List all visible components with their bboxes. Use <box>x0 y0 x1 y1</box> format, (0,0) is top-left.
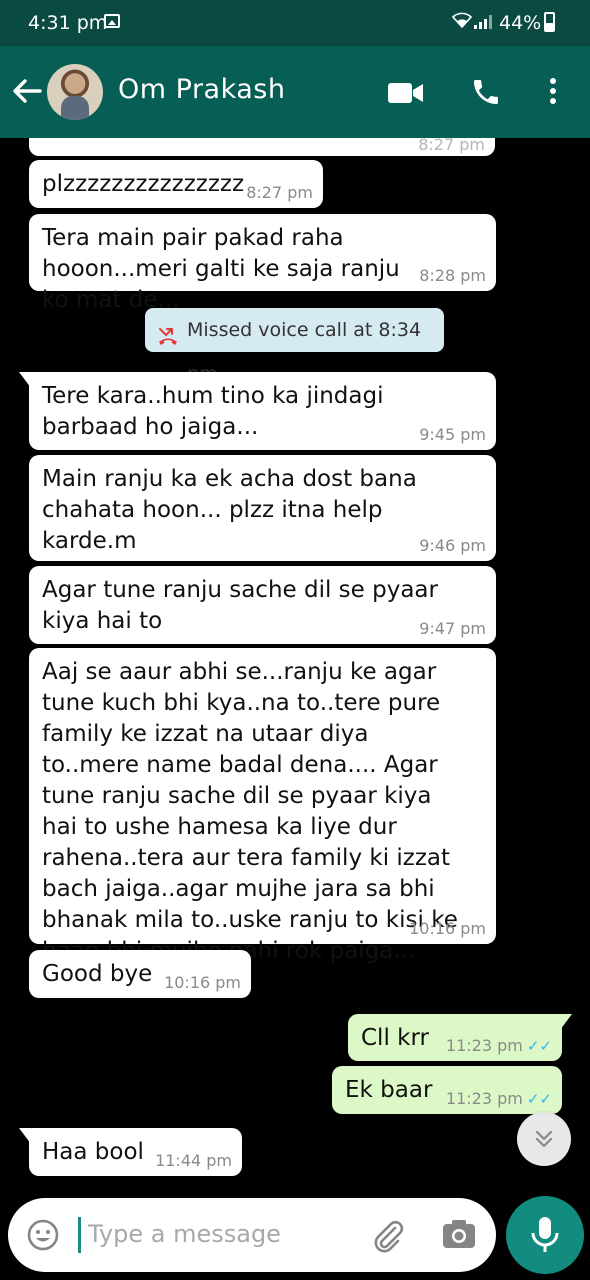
chat-header: Om Prakash <box>0 46 590 138</box>
double-chevron-down-icon <box>535 1130 553 1148</box>
phone-icon[interactable] <box>470 76 502 112</box>
contact-name[interactable]: Om Prakash <box>118 74 285 105</box>
more-vert-icon[interactable] <box>548 78 558 108</box>
attach-icon[interactable] <box>369 1216 407 1258</box>
mic-button[interactable] <box>506 1196 584 1274</box>
text-cursor <box>78 1217 81 1253</box>
message-time-text: 11:23 pm <box>445 1036 523 1055</box>
message-input-bar: Type a message <box>8 1198 496 1272</box>
chat-area[interactable]: 8:27 pm plzzzzzzzzzzzzzzz 8:27 pm Tera m… <box>0 138 590 1190</box>
emoji-icon[interactable] <box>26 1218 60 1256</box>
status-time: 4:31 pm <box>28 12 108 34</box>
message-text: Tere kara..hum tino ka jindagi barbaad h… <box>42 383 384 440</box>
battery-icon <box>544 12 555 32</box>
message-text: Ek baar <box>345 1077 433 1103</box>
message-bubble-outgoing[interactable]: Cll krr 11:23 pm ✓✓ <box>348 1014 572 1061</box>
video-call-icon[interactable] <box>388 82 424 108</box>
message-text: Tera main pair pakad raha hooon...meri g… <box>42 225 400 313</box>
bubble-tail <box>19 372 31 388</box>
message-text: Aaj se aaur abhi se...ranju ke agar tune… <box>42 659 458 964</box>
message-bubble[interactable]: Tere kara..hum tino ka jindagi barbaad h… <box>19 372 496 450</box>
message-input[interactable]: Type a message <box>88 1220 281 1248</box>
message-bubble[interactable]: Main ranju ka ek acha dost bana chahata … <box>29 455 496 561</box>
gallery-icon <box>104 14 120 28</box>
message-time: 9:47 pm <box>419 619 486 638</box>
message-time: 11:23 pm ✓✓ <box>445 1036 552 1056</box>
message-text: Main ranju ka ek acha dost bana chahata … <box>42 466 417 554</box>
back-arrow-icon[interactable] <box>10 74 44 108</box>
bubble-tail <box>19 1128 31 1144</box>
status-bar: 4:31 pm 44% <box>0 0 590 46</box>
read-ticks-icon: ✓✓ <box>526 1037 552 1055</box>
scroll-to-bottom-button[interactable] <box>517 1112 571 1166</box>
message-bubble[interactable]: Haa bool 11:44 pm <box>19 1128 242 1176</box>
message-text: Agar tune ranju sache dil se pyaar kiya … <box>42 577 438 634</box>
bubble-tail <box>560 1014 572 1030</box>
message-bubble[interactable]: Aaj se aaur abhi se...ranju ke agar tune… <box>29 648 496 964</box>
signal-icon <box>474 15 492 29</box>
message-bubble[interactable]: Tera main pair pakad raha hooon...meri g… <box>29 214 496 313</box>
message-time: 8:28 pm <box>419 266 486 285</box>
message-time: 10:16 pm <box>409 919 486 938</box>
message-time: 11:44 pm <box>155 1151 232 1170</box>
camera-icon[interactable] <box>442 1218 476 1254</box>
message-text: Haa bool <box>42 1139 144 1165</box>
wifi-icon <box>451 12 473 32</box>
message-time: 10:16 pm <box>164 973 241 992</box>
message-time: 9:46 pm <box>419 536 486 555</box>
missed-call-notice[interactable]: Missed voice call at 8:34 pm <box>145 308 444 385</box>
missed-call-icon <box>157 319 179 345</box>
battery-percent: 44% <box>499 12 542 34</box>
avatar[interactable] <box>47 64 103 120</box>
message-text: plzzzzzzzzzzzzzzz <box>42 171 245 197</box>
message-bubble-outgoing[interactable]: Ek baar 11:23 pm ✓✓ <box>332 1066 562 1114</box>
message-bubble[interactable]: 8:27 pm <box>29 138 495 156</box>
message-bubble[interactable]: plzzzzzzzzzzzzzzz 8:27 pm <box>29 160 323 208</box>
mic-icon <box>531 1217 559 1252</box>
message-time: 8:27 pm <box>246 183 313 202</box>
message-bubble[interactable]: Good bye 10:16 pm <box>29 950 251 998</box>
message-time: 11:23 pm ✓✓ <box>445 1089 552 1109</box>
message-time: 8:27 pm <box>418 138 485 154</box>
message-time: 9:45 pm <box>419 425 486 444</box>
message-bubble[interactable]: Agar tune ranju sache dil se pyaar kiya … <box>29 566 496 644</box>
message-text: Cll krr <box>361 1025 429 1051</box>
message-time-text: 11:23 pm <box>445 1089 523 1108</box>
read-ticks-icon: ✓✓ <box>526 1090 552 1108</box>
message-text: Good bye <box>42 961 153 987</box>
